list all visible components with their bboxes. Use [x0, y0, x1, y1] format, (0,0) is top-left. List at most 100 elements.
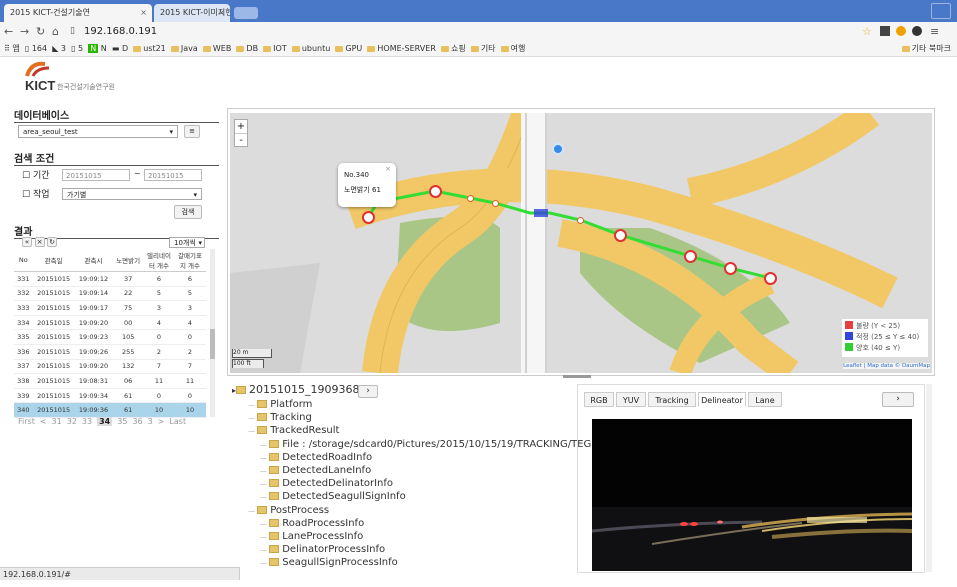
tree-node[interactable]: — DetectedDelinatorInfo — [260, 478, 393, 489]
bookmark-web[interactable]: WEB — [202, 44, 231, 53]
viewer-tab-lane[interactable]: Lane — [748, 392, 782, 407]
viewer-tab-tracking[interactable]: Tracking — [648, 392, 696, 407]
tree-node[interactable]: — Tracking — [248, 412, 312, 423]
observation-marker[interactable] — [429, 185, 442, 198]
close-icon[interactable]: × — [140, 4, 147, 22]
reload-icon[interactable]: ↻ — [36, 25, 45, 38]
table-row[interactable]: 337 20151015 19:09:20 132 7 7 — [14, 359, 206, 375]
page-link[interactable]: > — [158, 417, 165, 426]
col-header[interactable]: No — [14, 249, 33, 272]
col-header[interactable]: 노면밝기 — [112, 249, 144, 272]
window-control[interactable] — [931, 3, 951, 19]
menu-icon[interactable]: ≡ — [930, 25, 939, 38]
scroll-thumb[interactable] — [210, 329, 215, 359]
resize-handle[interactable] — [563, 375, 591, 378]
page-link[interactable]: First — [18, 417, 35, 426]
observation-marker[interactable] — [577, 217, 584, 224]
page-link[interactable]: 35 — [117, 417, 127, 426]
bookmark-d[interactable]: ▬ D — [112, 44, 128, 53]
col-header[interactable]: 관측시 — [74, 249, 113, 272]
delete-icon[interactable]: × — [34, 237, 45, 247]
home-icon[interactable]: ⌂ — [52, 25, 59, 38]
tree-root[interactable]: ▸ 20151015_190936880 — [232, 383, 374, 396]
observation-marker[interactable] — [467, 195, 474, 202]
page-link[interactable]: 3 — [148, 417, 153, 426]
map[interactable]: + - No.340 노면밝기 61 × 20 m 100 ft 불량 (Y <… — [230, 113, 932, 373]
viewer-tab-yuv[interactable]: YUV — [616, 392, 646, 407]
page-link[interactable]: < — [40, 417, 47, 426]
browser-tab-1[interactable]: 2015 KICT-건설기술연 × — [4, 4, 152, 22]
period-checkbox[interactable]: ☐ — [22, 171, 30, 181]
bookmark-5[interactable]: ▯ 5 — [71, 44, 83, 53]
page-link[interactable]: 31 — [52, 417, 62, 426]
bookmark-shopping[interactable]: 쇼핑 — [440, 44, 466, 53]
observation-marker[interactable] — [614, 229, 627, 242]
bookmark-3[interactable]: ◣ 3 — [52, 44, 66, 53]
table-row[interactable]: 331 20151015 19:09:12 37 6 6 — [14, 271, 206, 287]
date-from-input[interactable]: 20151015 — [62, 169, 130, 181]
close-icon[interactable]: × — [218, 4, 225, 22]
table-row[interactable]: 334 20151015 19:09:20 00 4 4 — [14, 315, 206, 331]
bookmark-java[interactable]: Java — [170, 44, 198, 53]
table-row[interactable]: 338 20151015 19:08:31 06 11 11 — [14, 373, 206, 389]
job-select[interactable]: 가기별 ▾ — [62, 188, 202, 200]
tree-node[interactable]: — DetectedRoadInfo — [260, 452, 372, 463]
tree-root-button[interactable]: › — [358, 385, 378, 398]
table-row[interactable]: 340 20151015 19:09:36 61 10 10 — [14, 402, 206, 418]
tree-node[interactable]: — File : /storage/sdcard0/Pictures/2015/… — [260, 439, 629, 450]
database-option-button[interactable]: ≡ — [184, 125, 200, 138]
bookmark-apps[interactable]: 앱 — [12, 44, 19, 53]
refresh-icon[interactable]: ↻ — [47, 237, 58, 247]
map-attribution[interactable]: Leaflet | Map data © DaumMap — [843, 363, 930, 369]
zoom-in-button[interactable]: + — [235, 120, 247, 134]
bookmark-etc[interactable]: 기타 — [470, 44, 496, 53]
page-link[interactable]: 36 — [132, 417, 142, 426]
page-link[interactable]: 34 — [97, 417, 113, 426]
observation-marker[interactable] — [724, 262, 737, 275]
tree-node[interactable]: — PostProcess — [248, 505, 329, 516]
tree-node[interactable]: — TrackedResult — [248, 425, 339, 436]
observation-marker[interactable] — [362, 211, 375, 224]
url-bar[interactable]: 192.168.0.191 — [84, 24, 157, 39]
bookmark-164[interactable]: ▯ 164 — [25, 44, 47, 53]
tree-node[interactable]: — DetectedLaneInfo — [260, 465, 371, 476]
page-size-select[interactable]: 10개씩 ▾ — [169, 237, 205, 248]
extension-icon[interactable] — [880, 26, 890, 36]
job-checkbox[interactable]: ☐ — [22, 190, 30, 200]
tree-node[interactable]: — SeagullSignProcessInfo — [260, 557, 398, 568]
extension-icon[interactable] — [912, 26, 922, 36]
table-row[interactable]: 332 20151015 19:09:14 22 5 5 — [14, 286, 206, 302]
bookmark-ubuntu[interactable]: ubuntu — [291, 44, 330, 53]
extension-icon[interactable] — [896, 26, 906, 36]
viewer-next-button[interactable]: › — [882, 392, 914, 407]
table-row[interactable]: 335 20151015 19:09:23 105 0 0 — [14, 329, 206, 345]
first-icon[interactable]: « — [22, 237, 32, 247]
table-row[interactable]: 333 20151015 19:09:17 75 3 3 — [14, 300, 206, 316]
tree-node[interactable]: — LaneProcessInfo — [260, 531, 363, 542]
bookmark-n[interactable]: N N — [88, 44, 107, 53]
col-header[interactable]: 관측일 — [32, 249, 75, 272]
page-link[interactable]: 33 — [82, 417, 92, 426]
forward-icon[interactable]: → — [20, 25, 29, 38]
col-header[interactable]: 델리네이터 개수 — [144, 249, 174, 272]
viewer-tab-rgb[interactable]: RGB — [584, 392, 614, 407]
browser-tab-2[interactable]: 2015 KICT-이미지현 × — [154, 4, 230, 22]
tree-node[interactable]: — DetectedSeagullSignInfo — [260, 491, 406, 502]
star-icon[interactable]: ☆ — [862, 25, 872, 38]
page-scrollbar[interactable] — [926, 384, 932, 572]
bookmark-db[interactable]: DB — [236, 44, 258, 53]
tree-node[interactable]: — Platform — [248, 399, 312, 410]
page-link[interactable]: Last — [169, 417, 186, 426]
tree-node[interactable]: — DelinatorProcessInfo — [260, 544, 385, 555]
bookmark-gpu[interactable]: GPU — [335, 44, 362, 53]
viewer-tab-delineator[interactable]: Delineator — [698, 392, 746, 407]
table-row[interactable]: 339 20151015 19:09:34 61 0 0 — [14, 388, 206, 404]
observation-marker[interactable] — [764, 272, 777, 285]
bookmark-iot[interactable]: IOT — [263, 44, 287, 53]
observation-marker[interactable] — [492, 200, 499, 207]
close-icon[interactable]: × — [385, 165, 391, 173]
bookmark-ust21[interactable]: ust21 — [133, 44, 166, 53]
other-bookmarks[interactable]: 기타 북마크 — [901, 43, 951, 54]
back-icon[interactable]: ← — [4, 25, 13, 38]
zoom-out-button[interactable]: - — [235, 134, 247, 147]
